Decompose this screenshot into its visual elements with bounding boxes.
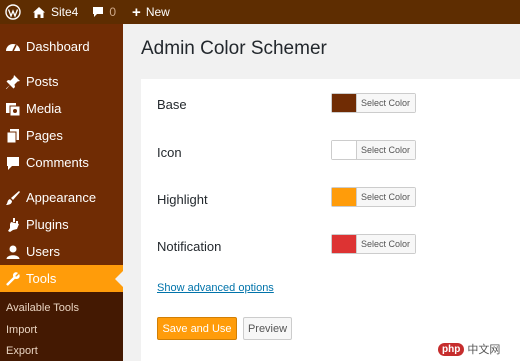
watermark-badge: php [438,342,465,356]
highlight-label: Highlight [157,192,208,207]
submenu-item-import[interactable]: Import [6,324,37,336]
comments-count: 0 [109,5,117,19]
menu-item-pages[interactable]: Pages [0,122,123,149]
comment-icon [3,153,23,173]
new-label: New [145,5,170,19]
menu-item-appearance[interactable]: Appearance [0,184,123,211]
highlight-color-picker[interactable]: Select Color [331,187,417,207]
wrench-icon [3,269,23,289]
comments-link[interactable]: 0 [92,0,116,24]
tools-submenu: Available Tools Import Export [0,292,123,361]
admin-bar: Site4 0 + New [0,0,520,24]
base-color-picker[interactable]: Select Color [331,93,417,113]
menu-item-comments[interactable]: Comments [0,149,123,176]
base-label: Base [157,97,187,112]
base-select-color-label: Select Color [357,94,416,112]
menu-item-posts[interactable]: Posts [0,68,123,95]
notification-label: Notification [157,239,222,254]
menu-item-dashboard[interactable]: Dashboard [0,33,123,60]
submenu-item-available-tools[interactable]: Available Tools [6,302,79,314]
menu-item-plugins[interactable]: Plugins [0,211,123,238]
wordpress-logo-icon[interactable] [0,0,26,24]
site-name-link[interactable]: Site4 [32,0,78,24]
plugin-icon [3,215,23,235]
new-content-link[interactable]: + New [132,0,170,24]
color-scheme-panel: Base Select Color Icon Select Color High… [141,79,520,361]
submenu-item-export[interactable]: Export [6,345,38,357]
notification-select-color-label: Select Color [357,235,416,253]
dashboard-icon [3,37,23,57]
icon-swatch [332,141,357,159]
home-icon [33,6,45,18]
preview-button[interactable]: Preview [243,317,292,340]
pages-icon [3,126,23,146]
notification-color-picker[interactable]: Select Color [331,234,417,254]
menu-item-users[interactable]: Users [0,238,123,265]
notification-swatch [332,235,357,253]
icon-select-color-label: Select Color [357,141,416,159]
page-title: Admin Color Schemer [141,38,327,59]
admin-menu: Dashboard Posts Media Pages Comments App… [0,24,123,361]
watermark: php 中文网 [438,340,500,358]
media-icon [3,99,23,119]
site-name-label: Site4 [51,5,79,19]
menu-item-media[interactable]: Media [0,95,123,122]
paintbrush-icon [3,188,23,208]
plus-icon: + [132,3,141,21]
pin-icon [3,72,23,92]
icon-label: Icon [157,145,182,160]
save-and-use-button[interactable]: Save and Use [157,317,237,340]
user-icon [3,242,23,262]
base-swatch [332,94,357,112]
highlight-swatch [332,188,357,206]
watermark-text: 中文网 [467,343,501,356]
icon-color-picker[interactable]: Select Color [331,140,417,160]
highlight-select-color-label: Select Color [357,188,416,206]
show-advanced-options-link[interactable]: Show advanced options [157,282,274,294]
comment-icon [93,7,104,17]
menu-item-tools[interactable]: Tools [0,265,123,292]
